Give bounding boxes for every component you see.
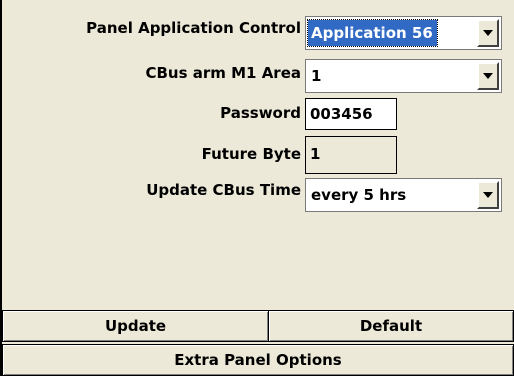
- future-byte-label: Future Byte: [201, 145, 301, 163]
- panel-application-control-select[interactable]: Application 56: [305, 16, 502, 50]
- update-cbus-time-select[interactable]: every 5 hrs: [305, 178, 502, 212]
- chevron-down-icon[interactable]: [477, 19, 499, 47]
- extra-panel-options-button[interactable]: Extra Panel Options: [2, 344, 514, 376]
- chevron-down-icon[interactable]: [477, 181, 499, 209]
- cbus-arm-area-value: 1: [311, 67, 322, 85]
- default-button[interactable]: Default: [268, 310, 514, 342]
- future-byte-field: 1: [305, 136, 397, 174]
- chevron-down-icon[interactable]: [477, 62, 499, 90]
- panel-options-form: Panel Application Control Application 56…: [0, 0, 514, 376]
- password-field[interactable]: 003456: [305, 98, 397, 130]
- cbus-arm-area-select[interactable]: 1: [305, 59, 502, 93]
- password-label: Password: [220, 104, 301, 122]
- cbus-arm-area-label: CBus arm M1 Area: [145, 64, 301, 82]
- update-cbus-time-label: Update CBus Time: [146, 181, 301, 199]
- update-button[interactable]: Update: [2, 310, 269, 342]
- panel-application-control-value: Application 56: [307, 19, 438, 47]
- update-cbus-time-value: every 5 hrs: [311, 186, 407, 204]
- panel-application-control-label: Panel Application Control: [86, 19, 301, 37]
